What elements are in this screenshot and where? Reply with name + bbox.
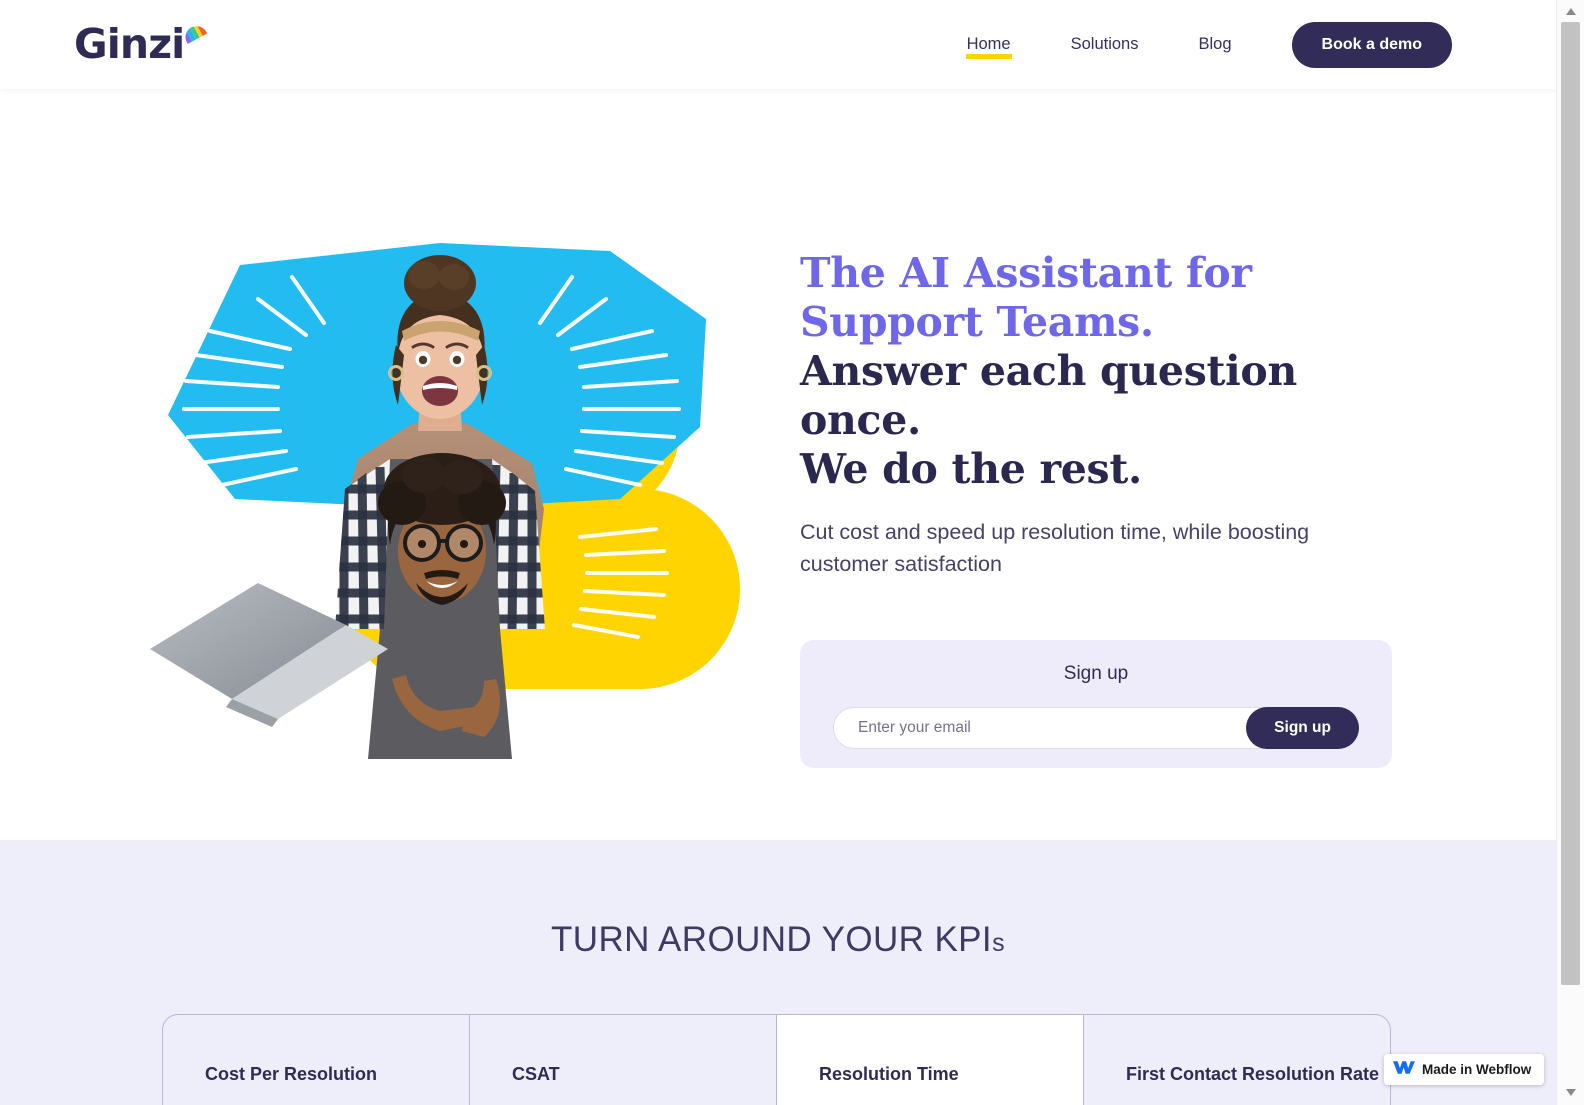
headline-line-3: Answer each question once. — [800, 347, 1297, 444]
tab-resolution-time[interactable]: Resolution Time — [777, 1015, 1084, 1105]
kpi-section-title: TURN AROUND YOUR KPIs — [0, 920, 1556, 960]
signup-button[interactable]: Sign up — [1246, 707, 1359, 749]
hero-illustration — [140, 159, 780, 779]
tab-first-contact-resolution-rate[interactable]: First Contact Resolution Rate — [1084, 1015, 1390, 1105]
smiling-man-with-laptop-photo — [150, 453, 545, 759]
brand-wordmark: Ginzi — [74, 20, 185, 68]
browser-viewport: Ginzi Home Solutions Blog Book a demo Th… — [0, 0, 1584, 1105]
hero-copy: The AI Assistant for Support Teams. Answ… — [800, 249, 1400, 580]
webflow-badge-label: Made in Webflow — [1422, 1062, 1532, 1077]
site-header: Ginzi Home Solutions Blog Book a demo — [0, 0, 1556, 89]
nav-link-home[interactable]: Home — [965, 31, 1012, 59]
book-a-demo-button[interactable]: Book a demo — [1291, 21, 1452, 68]
vertical-scrollbar[interactable] — [1556, 0, 1584, 1105]
hero-headline: The AI Assistant for Support Teams. Answ… — [800, 249, 1400, 494]
scroll-down-arrow-icon[interactable] — [1557, 1083, 1584, 1101]
tab-csat[interactable]: CSAT — [470, 1015, 777, 1105]
signup-title: Sign up — [1063, 663, 1129, 684]
kpi-title-suffix: s — [992, 929, 1005, 957]
rainbow-fan-icon — [181, 21, 211, 51]
nav-link-blog[interactable]: Blog — [1199, 31, 1232, 58]
signup-form: Sign up — [833, 707, 1359, 749]
made-in-webflow-badge[interactable]: Made in Webflow — [1384, 1054, 1545, 1085]
scrollbar-thumb[interactable] — [1561, 22, 1580, 985]
scroll-up-arrow-icon[interactable] — [1557, 2, 1584, 20]
signup-card: Sign up Sign up — [800, 640, 1392, 768]
headline-line-2: Support Teams. — [800, 298, 1154, 346]
hero-section: The AI Assistant for Support Teams. Answ… — [0, 89, 1556, 840]
main-navigation: Home Solutions Blog Book a demo — [965, 0, 1452, 89]
nav-link-solutions[interactable]: Solutions — [1071, 31, 1139, 58]
webflow-logo-icon — [1393, 1060, 1415, 1080]
hero-subheadline: Cut cost and speed up resolution time, w… — [800, 520, 1310, 576]
headline-line-4: We do the rest. — [800, 445, 1142, 493]
kpi-tab-bar: Cost Per Resolution CSAT Resolution Time… — [162, 1014, 1391, 1105]
headline-line-1: The AI Assistant for — [800, 249, 1252, 297]
brand-logo[interactable]: Ginzi — [74, 20, 211, 68]
kpi-title-main: TURN AROUND YOUR KPI — [551, 920, 993, 959]
tab-cost-per-resolution[interactable]: Cost Per Resolution — [163, 1015, 470, 1105]
page-content: Ginzi Home Solutions Blog Book a demo Th… — [0, 0, 1556, 1105]
